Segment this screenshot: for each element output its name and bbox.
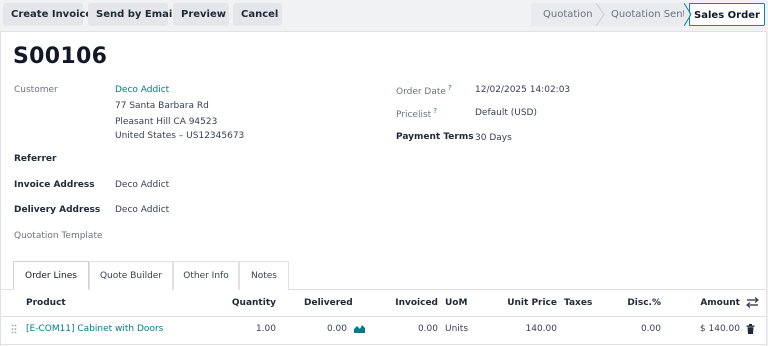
row-discount[interactable]: 0.00 <box>611 324 661 334</box>
column-header-product[interactable]: Product <box>26 298 66 308</box>
stage-sales-order[interactable]: Sales Order <box>689 3 765 26</box>
delivery-address-label: Delivery Address <box>14 205 101 215</box>
pricelist-field[interactable]: Default (USD) <box>475 108 537 118</box>
referrer-label: Referrer <box>14 154 57 164</box>
quotation-template-label: Quotation Template <box>14 231 103 241</box>
order-date-field[interactable]: 12/02/2025 14:02:03 <box>475 85 570 95</box>
order-date-label: Order Date? <box>396 84 452 97</box>
row-unit-price[interactable]: 140.00 <box>497 324 558 334</box>
column-header-taxes[interactable]: Taxes <box>564 298 592 308</box>
send-by-email-button[interactable]: Send by Email <box>88 3 176 26</box>
invoice-address-field[interactable]: Deco Addict <box>115 180 169 190</box>
column-header-amount[interactable]: Amount <box>681 298 740 308</box>
customer-address-line: United States – US12345673 <box>115 131 245 141</box>
row-invoiced: 0.00 <box>417 324 438 334</box>
column-header-delivered[interactable]: Delivered <box>304 298 353 308</box>
drag-handle-icon[interactable] <box>11 324 17 334</box>
payment-terms-label: Payment Terms <box>396 132 474 142</box>
tab-quote-builder[interactable]: Quote Builder <box>89 261 173 290</box>
customer-address-line: Pleasant Hill CA 94523 <box>115 117 218 127</box>
column-header-invoiced[interactable]: Invoiced <box>381 298 438 308</box>
record-title: S00106 <box>13 44 108 69</box>
trash-icon[interactable] <box>746 324 755 334</box>
cancel-button[interactable]: Cancel <box>233 3 282 26</box>
stage-separator-icon <box>595 3 605 26</box>
column-header-discount[interactable]: Disc.% <box>611 298 661 308</box>
row-delivered: 0.00 <box>326 324 347 334</box>
tab-other-info[interactable]: Other Info <box>173 261 239 290</box>
row-product[interactable]: [E-COM11] Cabinet with Doors <box>26 324 163 334</box>
customer-address-line: 77 Santa Barbara Rd <box>115 101 209 111</box>
table-header-divider <box>1 316 767 317</box>
control-panel: Create Invoice Send by Email Preview Can… <box>0 0 768 29</box>
stage-active-chevron-icon <box>684 3 692 26</box>
optional-columns-icon[interactable] <box>746 297 759 308</box>
customer-label: Customer <box>14 85 58 95</box>
form-sheet: S00106 Customer Deco Addict 77 Santa Bar… <box>0 31 767 346</box>
stage-quotation[interactable]: Quotation <box>543 3 593 26</box>
stage-quotation-sent[interactable]: Quotation Sent <box>611 3 686 26</box>
tab-notes[interactable]: Notes <box>239 261 289 290</box>
delivery-address-field[interactable]: Deco Addict <box>115 205 169 215</box>
help-icon[interactable]: ? <box>448 84 452 92</box>
create-invoice-button[interactable]: Create Invoice <box>3 3 92 26</box>
pricelist-label: Pricelist? <box>396 107 437 120</box>
preview-button[interactable]: Preview <box>173 3 229 26</box>
row-uom[interactable]: Units <box>445 324 468 334</box>
column-header-uom[interactable]: UoM <box>445 298 467 308</box>
column-header-quantity[interactable]: Quantity <box>216 298 276 308</box>
row-quantity[interactable]: 1.00 <box>216 324 276 334</box>
invoice-address-label: Invoice Address <box>14 180 95 190</box>
payment-terms-field[interactable]: 30 Days <box>475 133 512 143</box>
customer-field[interactable]: Deco Addict <box>115 85 169 95</box>
column-header-unit-price[interactable]: Unit Price <box>497 298 557 308</box>
tab-order-lines[interactable]: Order Lines <box>13 261 89 290</box>
table-row-divider <box>1 344 767 345</box>
help-icon[interactable]: ? <box>433 107 437 115</box>
row-amount: $ 140.00 <box>699 324 740 334</box>
forecast-chart-icon[interactable] <box>354 324 365 333</box>
